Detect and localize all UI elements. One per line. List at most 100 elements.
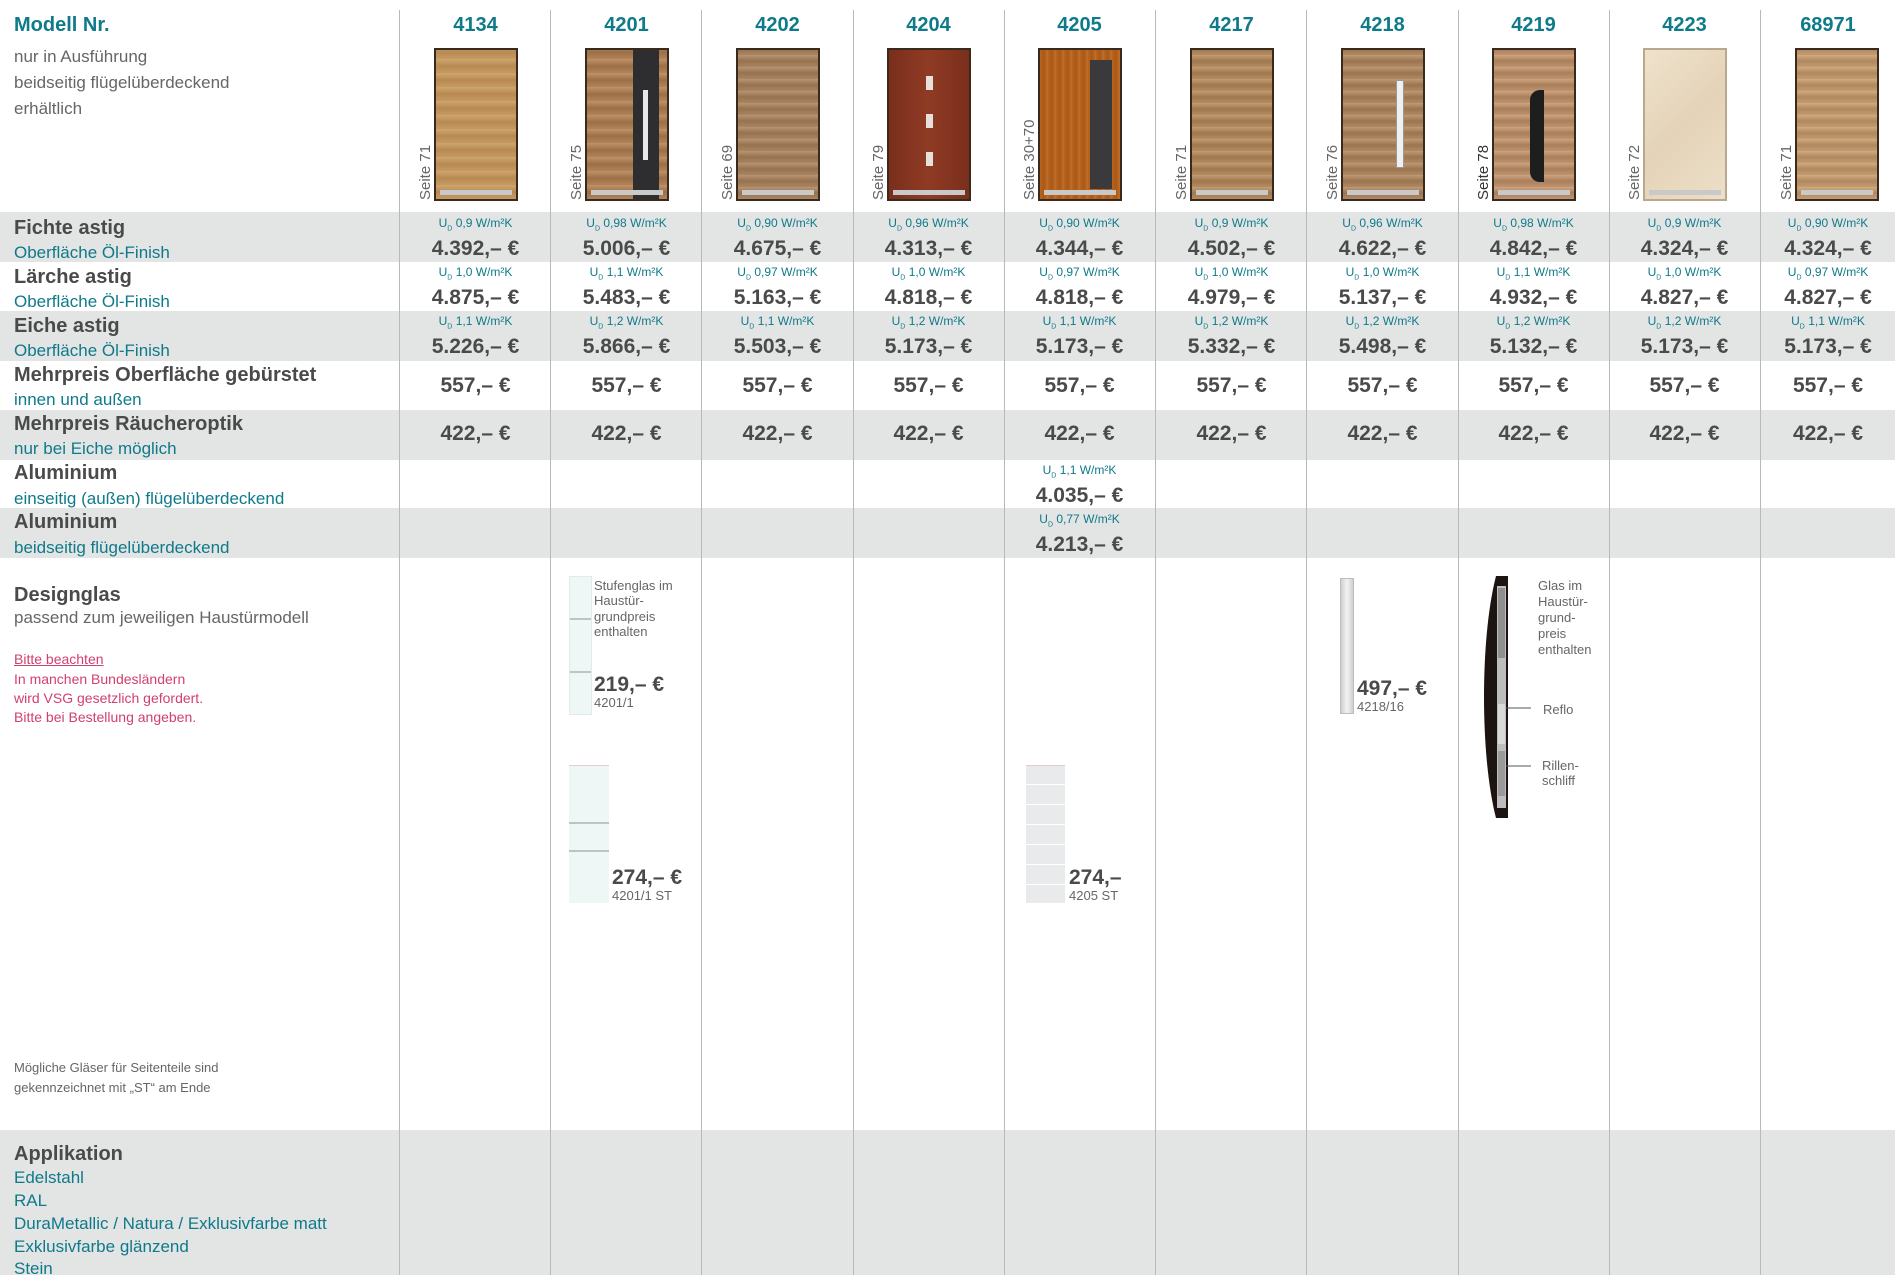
glass-code: 4205 ST — [1069, 888, 1119, 903]
column-divider — [701, 10, 702, 1275]
ud-value: UD 0,96 W/m²K — [888, 216, 969, 233]
price-raeucher: 422,– € — [1649, 422, 1720, 445]
glass-image-4218-16 — [1340, 578, 1354, 714]
ud-value: UD 1,1 W/m²K — [1042, 314, 1117, 331]
price-fichte: 4.675,– € — [733, 237, 822, 260]
price-fichte: 4.502,– € — [1187, 237, 1276, 260]
model-number: 68971 — [1800, 14, 1856, 36]
page-reference: Seite 79 — [870, 144, 887, 200]
ud-value: UD 1,0 W/m²K — [438, 265, 513, 282]
price-raeucher: 422,– € — [1196, 422, 1267, 445]
ud-value: UD 1,2 W/m²K — [1345, 314, 1420, 331]
door-image — [434, 48, 518, 201]
glass-price: 274,– — [1069, 866, 1122, 889]
column-divider — [1155, 10, 1156, 1275]
price-laerche: 4.827,– € — [1640, 286, 1729, 309]
door-image — [736, 48, 820, 201]
ud-value: UD 1,2 W/m²K — [1194, 314, 1269, 331]
page-reference: Seite 78 — [1475, 144, 1492, 200]
glass-note: Glas im — [1538, 578, 1583, 593]
price-laerche: 5.137,– € — [1338, 286, 1427, 309]
glass-note: Stufenglas im — [594, 578, 673, 593]
ud-value: UD 0,98 W/m²K — [586, 216, 667, 233]
door-image — [1341, 48, 1425, 201]
notice-link[interactable]: Bitte beachten — [14, 650, 104, 670]
row-sublabel-laerche: Oberfläche Öl-Finish — [14, 292, 170, 311]
price-raeucher: 422,– € — [893, 422, 964, 445]
price-raeucher: 422,– € — [1498, 422, 1569, 445]
glass-image-4201-1-st — [569, 765, 609, 903]
glass-image-4201-1 — [569, 576, 592, 715]
glass-note: grundpreis — [594, 609, 656, 624]
page-reference: Seite 71 — [417, 144, 434, 200]
ud-value: UD 1,1 W/m²K — [1791, 314, 1865, 331]
ud-value: UD 0,96 W/m²K — [1342, 216, 1423, 233]
st-note: Mögliche Gläser für Seitenteile sind — [14, 1060, 219, 1075]
price-alu2: 4.213,– € — [1035, 533, 1124, 556]
price-buerstet: 557,– € — [1347, 374, 1418, 397]
ud-value: UD 0,90 W/m²K — [1039, 216, 1120, 233]
door-image — [1492, 48, 1576, 201]
price-fichte: 4.392,– € — [431, 237, 520, 260]
row-sublabel-alu1: einseitig (außen) flügelüberdeckend — [14, 489, 285, 508]
ud-value: UD 1,2 W/m²K — [589, 314, 664, 331]
glass-code: 4218/16 — [1357, 699, 1404, 714]
door-image — [887, 48, 971, 201]
row-label-alu1: Aluminium — [14, 462, 118, 484]
price-buerstet: 557,– € — [1196, 374, 1267, 397]
door-image — [1190, 48, 1274, 201]
model-number: 4219 — [1511, 14, 1556, 36]
price-laerche: 5.163,– € — [733, 286, 822, 309]
column-divider — [1306, 10, 1307, 1275]
band-applikation — [0, 1130, 1895, 1275]
notice-text: In manchen Bundesländern — [14, 671, 186, 687]
ud-value: UD 0,90 W/m²K — [737, 216, 818, 233]
price-eiche: 5.226,– € — [431, 335, 520, 358]
price-eiche: 5.173,– € — [884, 335, 973, 358]
price-buerstet: 557,– € — [440, 374, 511, 397]
row-label-buerstet: Mehrpreis Oberfläche gebürstet — [14, 364, 317, 386]
ud-value: UD 0,97 W/m²K — [1039, 265, 1120, 282]
model-number: 4134 — [453, 14, 498, 36]
model-number: 4223 — [1662, 14, 1707, 36]
ud-value: UD 0,97 W/m²K — [737, 265, 818, 282]
designglas-heading: Designglas — [14, 584, 121, 606]
model-number: 4218 — [1360, 14, 1405, 36]
price-raeucher: 422,– € — [742, 422, 813, 445]
price-laerche: 4.818,– € — [1035, 286, 1124, 309]
band-alu2 — [0, 508, 1895, 558]
price-laerche: 4.932,– € — [1489, 286, 1578, 309]
price-fichte: 5.006,– € — [582, 237, 671, 260]
price-raeucher: 422,– € — [1044, 422, 1115, 445]
price-buerstet: 557,– € — [591, 374, 662, 397]
ud-value: UD 1,1 W/m²K — [1042, 463, 1117, 480]
ud-value: UD 0,77 W/m²K — [1039, 512, 1120, 529]
price-fichte: 4.324,– € — [1784, 237, 1872, 260]
glass-price: 497,– € — [1357, 677, 1428, 700]
ud-value: UD 1,2 W/m²K — [1647, 314, 1722, 331]
price-laerche: 4.827,– € — [1784, 286, 1872, 309]
price-fichte: 4.842,– € — [1489, 237, 1578, 260]
column-divider — [1004, 10, 1005, 1275]
price-laerche: 4.979,– € — [1187, 286, 1276, 309]
page-reference: Seite 76 — [1324, 144, 1341, 200]
glass-note: Rillen- — [1542, 758, 1579, 773]
ud-value: UD 1,1 W/m²K — [589, 265, 664, 282]
notice-text: Bitte bei Bestellung angeben. — [14, 709, 197, 725]
page-reference: Seite 69 — [719, 144, 736, 200]
row-label-laerche: Lärche astig — [14, 266, 132, 288]
notice-text: wird VSG gesetzlich gefordert. — [14, 690, 204, 706]
column-divider — [550, 10, 551, 1275]
ud-value: UD 1,1 W/m²K — [438, 314, 513, 331]
ud-value: UD 1,1 W/m²K — [740, 314, 815, 331]
ud-value: UD 1,0 W/m²K — [1647, 265, 1722, 282]
ud-value: UD 1,0 W/m²K — [1194, 265, 1269, 282]
glass-note: grund- — [1538, 610, 1576, 625]
st-note: gekennzeichnet mit „ST“ am Ende — [14, 1080, 211, 1095]
modell-note: erhältlich — [14, 99, 83, 118]
price-buerstet: 557,– € — [1649, 374, 1720, 397]
column-divider — [1760, 10, 1761, 1275]
price-fichte: 4.344,– € — [1035, 237, 1124, 260]
door-image — [1643, 48, 1727, 201]
model-number: 4205 — [1057, 14, 1102, 36]
